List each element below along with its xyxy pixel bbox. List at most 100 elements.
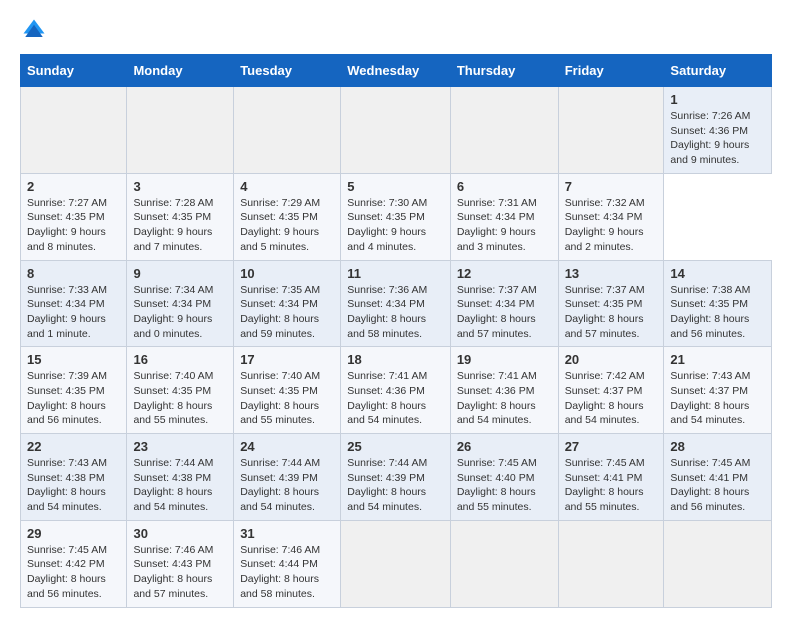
- cell-text: Sunrise: 7:33 AMSunset: 4:34 PMDaylight:…: [27, 284, 107, 340]
- day-number: 18: [347, 352, 444, 367]
- cell-text: Sunrise: 7:35 AMSunset: 4:34 PMDaylight:…: [240, 284, 320, 340]
- day-number: 10: [240, 266, 334, 281]
- day-number: 5: [347, 179, 444, 194]
- calendar-week-row: 15 Sunrise: 7:39 AMSunset: 4:35 PMDayligh…: [21, 347, 772, 434]
- calendar-cell: 16 Sunrise: 7:40 AMSunset: 4:35 PMDayligh…: [127, 347, 234, 434]
- day-number: 16: [133, 352, 227, 367]
- cell-text: Sunrise: 7:45 AMSunset: 4:42 PMDaylight:…: [27, 544, 107, 600]
- calendar-cell: 13 Sunrise: 7:37 AMSunset: 4:35 PMDayligh…: [558, 260, 664, 347]
- day-number: 11: [347, 266, 444, 281]
- column-header-saturday: Saturday: [664, 55, 772, 87]
- column-header-wednesday: Wednesday: [341, 55, 451, 87]
- column-header-friday: Friday: [558, 55, 664, 87]
- day-number: 28: [670, 439, 765, 454]
- day-number: 19: [457, 352, 552, 367]
- calendar-week-row: 1Sunrise: 7:26 AMSunset: 4:36 PMDaylight…: [21, 87, 772, 174]
- cell-text: Sunrise: 7:46 AMSunset: 4:44 PMDaylight:…: [240, 544, 320, 600]
- cell-text: Sunrise: 7:30 AMSunset: 4:35 PMDaylight:…: [347, 197, 427, 253]
- cell-text: Sunrise: 7:40 AMSunset: 4:35 PMDaylight:…: [133, 370, 213, 426]
- calendar-cell: 10 Sunrise: 7:35 AMSunset: 4:34 PMDayligh…: [234, 260, 341, 347]
- cell-text: Sunrise: 7:41 AMSunset: 4:36 PMDaylight:…: [457, 370, 537, 426]
- cell-text: Sunrise: 7:34 AMSunset: 4:34 PMDaylight:…: [133, 284, 213, 340]
- day-number: 15: [27, 352, 120, 367]
- calendar-cell: 19 Sunrise: 7:41 AMSunset: 4:36 PMDayligh…: [450, 347, 558, 434]
- calendar-cell: 11 Sunrise: 7:36 AMSunset: 4:34 PMDayligh…: [341, 260, 451, 347]
- calendar-week-row: 8 Sunrise: 7:33 AMSunset: 4:34 PMDaylight…: [21, 260, 772, 347]
- column-header-tuesday: Tuesday: [234, 55, 341, 87]
- day-number: 14: [670, 266, 765, 281]
- cell-text: Sunrise: 7:42 AMSunset: 4:37 PMDaylight:…: [565, 370, 645, 426]
- column-header-monday: Monday: [127, 55, 234, 87]
- day-number: 7: [565, 179, 658, 194]
- calendar-cell: [450, 520, 558, 607]
- calendar-cell: [664, 520, 772, 607]
- cell-text: Sunrise: 7:26 AMSunset: 4:36 PMDaylight:…: [670, 110, 750, 166]
- calendar-cell: 3Sunrise: 7:28 AMSunset: 4:35 PMDaylight…: [127, 173, 234, 260]
- calendar-week-row: 22 Sunrise: 7:43 AMSunset: 4:38 PMDayligh…: [21, 434, 772, 521]
- calendar-cell: 18Sunrise: 7:41 AMSunset: 4:36 PMDayligh…: [341, 347, 451, 434]
- day-number: 21: [670, 352, 765, 367]
- calendar-cell: [21, 87, 127, 174]
- calendar-cell: 21 Sunrise: 7:43 AMSunset: 4:37 PMDayligh…: [664, 347, 772, 434]
- calendar-cell: 8 Sunrise: 7:33 AMSunset: 4:34 PMDaylight…: [21, 260, 127, 347]
- calendar-cell: 27 Sunrise: 7:45 AMSunset: 4:41 PMDayligh…: [558, 434, 664, 521]
- day-number: 24: [240, 439, 334, 454]
- calendar-header-row: SundayMondayTuesdayWednesdayThursdayFrid…: [21, 55, 772, 87]
- day-number: 31: [240, 526, 334, 541]
- cell-text: Sunrise: 7:44 AMSunset: 4:39 PMDaylight:…: [347, 457, 427, 513]
- logo-icon: [20, 16, 48, 44]
- day-number: 13: [565, 266, 658, 281]
- cell-text: Sunrise: 7:46 AMSunset: 4:43 PMDaylight:…: [133, 544, 213, 600]
- cell-text: Sunrise: 7:39 AMSunset: 4:35 PMDaylight:…: [27, 370, 107, 426]
- day-number: 22: [27, 439, 120, 454]
- day-number: 29: [27, 526, 120, 541]
- calendar-cell: 9 Sunrise: 7:34 AMSunset: 4:34 PMDaylight…: [127, 260, 234, 347]
- calendar-week-row: 29 Sunrise: 7:45 AMSunset: 4:42 PMDayligh…: [21, 520, 772, 607]
- calendar-cell: 2Sunrise: 7:27 AMSunset: 4:35 PMDaylight…: [21, 173, 127, 260]
- calendar-cell: [341, 87, 451, 174]
- calendar-cell: 24 Sunrise: 7:44 AMSunset: 4:39 PMDayligh…: [234, 434, 341, 521]
- cell-text: Sunrise: 7:45 AMSunset: 4:40 PMDaylight:…: [457, 457, 537, 513]
- day-number: 12: [457, 266, 552, 281]
- calendar-cell: 30Sunrise: 7:46 AMSunset: 4:43 PMDayligh…: [127, 520, 234, 607]
- calendar-cell: 31 Sunrise: 7:46 AMSunset: 4:44 PMDayligh…: [234, 520, 341, 607]
- cell-text: Sunrise: 7:29 AMSunset: 4:35 PMDaylight:…: [240, 197, 320, 253]
- calendar-cell: 20Sunrise: 7:42 AMSunset: 4:37 PMDayligh…: [558, 347, 664, 434]
- page-header: [20, 16, 772, 44]
- calendar-cell: [558, 87, 664, 174]
- column-header-thursday: Thursday: [450, 55, 558, 87]
- day-number: 26: [457, 439, 552, 454]
- day-number: 6: [457, 179, 552, 194]
- day-number: 8: [27, 266, 120, 281]
- calendar-cell: [341, 520, 451, 607]
- column-header-sunday: Sunday: [21, 55, 127, 87]
- cell-text: Sunrise: 7:43 AMSunset: 4:37 PMDaylight:…: [670, 370, 750, 426]
- day-number: 25: [347, 439, 444, 454]
- cell-text: Sunrise: 7:40 AMSunset: 4:35 PMDaylight:…: [240, 370, 320, 426]
- calendar-cell: 26 Sunrise: 7:45 AMSunset: 4:40 PMDayligh…: [450, 434, 558, 521]
- calendar-cell: [127, 87, 234, 174]
- cell-text: Sunrise: 7:44 AMSunset: 4:39 PMDaylight:…: [240, 457, 320, 513]
- calendar-cell: 12Sunrise: 7:37 AMSunset: 4:34 PMDayligh…: [450, 260, 558, 347]
- calendar-cell: [558, 520, 664, 607]
- cell-text: Sunrise: 7:28 AMSunset: 4:35 PMDaylight:…: [133, 197, 213, 253]
- calendar-cell: 1Sunrise: 7:26 AMSunset: 4:36 PMDaylight…: [664, 87, 772, 174]
- calendar-cell: 25 Sunrise: 7:44 AMSunset: 4:39 PMDayligh…: [341, 434, 451, 521]
- cell-text: Sunrise: 7:31 AMSunset: 4:34 PMDaylight:…: [457, 197, 537, 253]
- day-number: 27: [565, 439, 658, 454]
- calendar-cell: 6 Sunrise: 7:31 AMSunset: 4:34 PMDaylight…: [450, 173, 558, 260]
- cell-text: Sunrise: 7:43 AMSunset: 4:38 PMDaylight:…: [27, 457, 107, 513]
- day-number: 9: [133, 266, 227, 281]
- cell-text: Sunrise: 7:27 AMSunset: 4:35 PMDaylight:…: [27, 197, 107, 253]
- cell-text: Sunrise: 7:36 AMSunset: 4:34 PMDaylight:…: [347, 284, 427, 340]
- calendar-cell: 7 Sunrise: 7:32 AMSunset: 4:34 PMDaylight…: [558, 173, 664, 260]
- cell-text: Sunrise: 7:44 AMSunset: 4:38 PMDaylight:…: [133, 457, 213, 513]
- cell-text: Sunrise: 7:45 AMSunset: 4:41 PMDaylight:…: [565, 457, 645, 513]
- calendar-cell: 28Sunrise: 7:45 AMSunset: 4:41 PMDayligh…: [664, 434, 772, 521]
- calendar-cell: 4Sunrise: 7:29 AMSunset: 4:35 PMDaylight…: [234, 173, 341, 260]
- calendar-cell: 22 Sunrise: 7:43 AMSunset: 4:38 PMDayligh…: [21, 434, 127, 521]
- calendar-cell: 14Sunrise: 7:38 AMSunset: 4:35 PMDayligh…: [664, 260, 772, 347]
- cell-text: Sunrise: 7:32 AMSunset: 4:34 PMDaylight:…: [565, 197, 645, 253]
- cell-text: Sunrise: 7:37 AMSunset: 4:35 PMDaylight:…: [565, 284, 645, 340]
- calendar-cell: [450, 87, 558, 174]
